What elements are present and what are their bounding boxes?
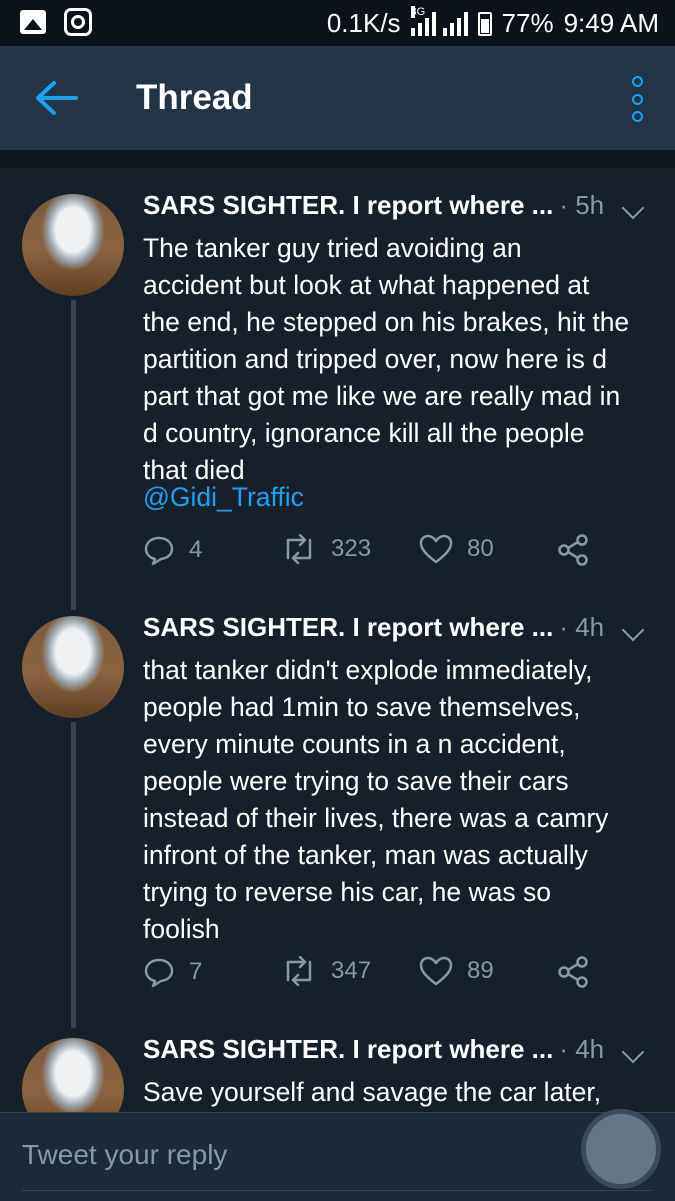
- network-speed: 0.1K/s: [326, 8, 401, 38]
- gallery-icon: [20, 10, 46, 34]
- reply-bar: Tweet your reply: [0, 1109, 675, 1201]
- share-icon: [558, 956, 588, 988]
- tweet[interactable]: SARS SIGHTER. I report where ... · 4h tha…: [0, 612, 675, 1032]
- tweet-actions: 4 323 80: [143, 534, 653, 574]
- signal-icon: 3G: [410, 5, 468, 36]
- tweet-header: SARS SIGHTER. I report where ... · 4h: [143, 612, 663, 652]
- battery-icon: [477, 11, 492, 36]
- app-header: Thread: [0, 46, 675, 150]
- like-button[interactable]: 80: [419, 534, 494, 564]
- avatar[interactable]: [22, 616, 124, 718]
- tweet-text: that tanker didn't explode immediately, …: [143, 655, 609, 944]
- reply-icon: [144, 958, 174, 988]
- thread-line: [71, 722, 76, 1028]
- instagram-icon: [64, 8, 92, 36]
- avatar[interactable]: [22, 194, 124, 296]
- share-button[interactable]: [557, 534, 589, 566]
- author-name[interactable]: SARS SIGHTER. I report where ...: [143, 1034, 553, 1064]
- battery-level: 77%: [501, 8, 554, 38]
- retweet-button[interactable]: 347: [281, 956, 371, 986]
- avatar[interactable]: [22, 1038, 124, 1112]
- status-bar: 0.1K/s 3G 77% 9:49 AM: [0, 0, 675, 46]
- retweet-icon: [286, 956, 312, 986]
- tweet-time: · 4h: [559, 612, 605, 642]
- divider: [0, 150, 675, 168]
- share-icon: [558, 534, 588, 566]
- reply-button[interactable]: 7: [143, 956, 202, 988]
- like-count: 80: [467, 535, 494, 562]
- retweet-count: 347: [331, 957, 372, 984]
- tweet[interactable]: SARS SIGHTER. I report where ... · 5h The…: [0, 190, 675, 610]
- tweet[interactable]: SARS SIGHTER. I report where ... · 4h Sav…: [0, 1034, 675, 1112]
- tweet-text: Save yourself and savage the car later,: [143, 1077, 602, 1107]
- tweet-text: The tanker guy tried avoiding an acciden…: [143, 233, 630, 485]
- heart-icon: [419, 956, 453, 986]
- retweet-count: 323: [331, 535, 372, 562]
- tweet-time: · 4h: [559, 1034, 605, 1064]
- clock: 9:49 AM: [563, 8, 659, 38]
- like-button[interactable]: 89: [419, 956, 494, 986]
- back-arrow-icon[interactable]: [34, 80, 78, 116]
- author-name[interactable]: SARS SIGHTER. I report where ...: [143, 190, 553, 220]
- reply-icon: [144, 536, 174, 566]
- like-count: 89: [467, 957, 494, 984]
- author-name[interactable]: SARS SIGHTER. I report where ...: [143, 612, 553, 642]
- chevron-down-icon[interactable]: [621, 618, 645, 642]
- reply-count: 7: [189, 958, 203, 985]
- overflow-menu-icon[interactable]: [629, 76, 645, 122]
- share-button[interactable]: [557, 956, 589, 988]
- chevron-down-icon[interactable]: [621, 196, 645, 220]
- mention-link[interactable]: @Gidi_Traffic: [143, 482, 304, 513]
- retweet-button[interactable]: 323: [281, 534, 371, 564]
- tweet-actions: 7 347 89: [143, 956, 653, 996]
- tweet-time: · 5h: [559, 190, 605, 220]
- tweet-header: SARS SIGHTER. I report where ... · 5h: [143, 190, 663, 230]
- reply-count: 4: [189, 536, 203, 563]
- tweet-header: SARS SIGHTER. I report where ... · 4h: [143, 1034, 663, 1074]
- chevron-down-icon[interactable]: [621, 1040, 645, 1064]
- network-type: 3G: [410, 5, 426, 18]
- page-title: Thread: [136, 78, 253, 117]
- thread-line: [71, 300, 76, 610]
- input-underline: [22, 1190, 653, 1191]
- floating-action-button[interactable]: [581, 1109, 661, 1189]
- reply-input[interactable]: Tweet your reply: [22, 1139, 227, 1171]
- heart-icon: [419, 534, 453, 564]
- retweet-icon: [286, 534, 312, 564]
- reply-button[interactable]: 4: [143, 534, 202, 566]
